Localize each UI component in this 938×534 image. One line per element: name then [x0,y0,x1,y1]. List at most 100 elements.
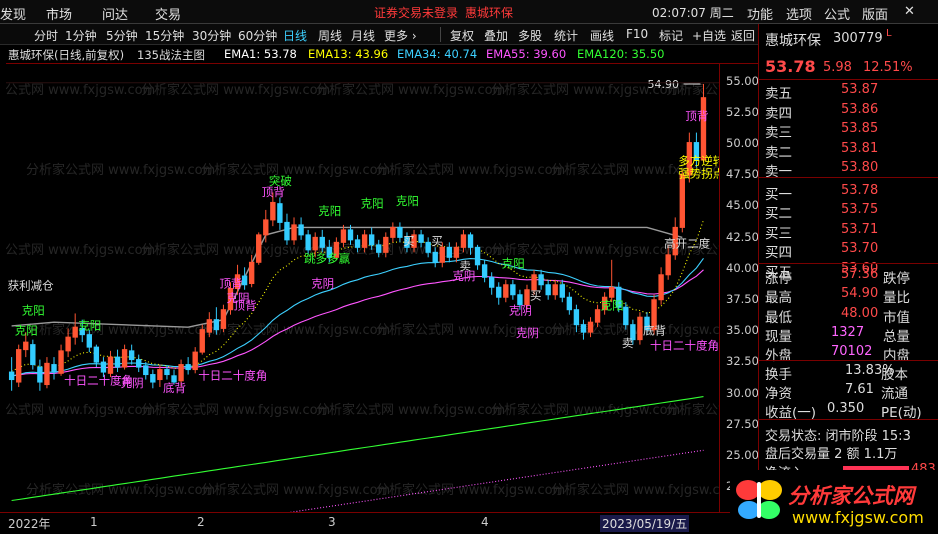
signal-label: 突破 [269,174,292,188]
trade-status: 交易状态: 闭市阶段 15:3 [765,429,911,444]
candle [178,364,184,382]
candle [128,350,135,361]
bid-price[interactable]: 53.71 [841,222,878,237]
fundamental-value: 0.350 [827,401,865,416]
candle [305,234,311,251]
tool-fuquan[interactable]: 复权 [450,27,474,44]
candle [425,241,431,253]
candle [270,201,276,221]
indicator-name[interactable]: 135战法主图 [137,47,205,63]
stat-label: 外盘 [765,348,792,365]
menu-trade[interactable]: 交易 [155,4,181,23]
signal-label: 克阴 [311,276,334,290]
candle [524,289,530,306]
candle [23,341,29,351]
candle [100,361,107,373]
period-30min[interactable]: 30分钟 [192,27,231,44]
stat-label-right: 市值 [883,309,910,326]
watermark-text: 分析家公式网 www.fxjgsw.com [551,482,719,498]
candle [531,274,537,291]
candle [390,226,396,238]
candle [580,324,587,333]
period-15min[interactable]: 15分钟 [145,27,184,44]
after-hours-volume: 盘后交易量 2 额 1.1万 [765,447,898,462]
divider [759,419,938,420]
period-1min[interactable]: 1分钟 [65,27,97,44]
signal-label: 克阳 [601,299,624,313]
tool-stats[interactable]: 统计 [554,27,578,44]
tool-draw[interactable]: 画线 [590,27,614,44]
ask-price[interactable]: 53.80 [841,160,878,175]
quote-price: 53.78 [765,57,816,76]
max-price-label: 54.90 [647,78,679,91]
period-fenshi[interactable]: 分时 [34,27,58,44]
menu-discover[interactable]: 发现 [0,4,26,23]
stat-label-right: 量比 [883,290,910,307]
ask-price[interactable]: 53.85 [841,121,878,136]
tool-back[interactable]: 返回 [731,27,755,44]
period-daily[interactable]: 日线 [283,27,307,44]
candle [150,374,156,383]
menu-layout[interactable]: 版面 [862,4,888,23]
ask-price[interactable]: 53.81 [841,141,878,156]
candle [594,309,601,323]
close-icon[interactable]: ✕ [904,4,915,19]
period-weekly[interactable]: 周线 [318,27,342,44]
candle [72,326,78,338]
ask-price[interactable]: 53.87 [841,82,878,97]
candle [157,369,163,381]
stat-value: 54.90 [841,286,879,302]
login-notice[interactable]: 证券交易未登录 [374,4,458,21]
candle [185,364,191,371]
ask-label: 卖五 [765,86,792,102]
menu-wenda[interactable]: 问达 [102,4,128,23]
menu-formula[interactable]: 公式 [824,4,850,23]
watermark-logo: 分析家公式网 www.fxjgsw.com [730,470,938,534]
kline-chart[interactable]: 分析家公式网 www.fxjgsw.com 分析家公式网 www.fxjgsw.c… [6,63,758,513]
candle [213,319,220,331]
candle [206,319,212,333]
tool-overlay[interactable]: 叠加 [484,27,508,44]
tool-add-favorite[interactable]: +自选 [692,27,726,44]
candle [545,284,551,296]
candle [679,174,685,228]
candle [538,274,544,286]
candle [460,234,467,248]
candle [312,236,318,251]
ask-price[interactable]: 53.86 [841,102,878,117]
watermark-text: 分析家公式网 www.fxjgsw.com [141,242,330,258]
tool-multistock[interactable]: 多股 [518,27,542,44]
candle [637,316,643,341]
signal-label: 买 [431,234,443,248]
candle [256,234,262,263]
fundamental-label: 换手 [765,367,792,383]
menu-options[interactable]: 选项 [786,4,812,23]
candle [291,224,297,241]
candle [354,239,361,248]
candle [453,246,460,258]
period-monthly[interactable]: 月线 [351,27,375,44]
logo-text: 分析家公式网 [788,484,914,508]
tool-f10[interactable]: F10 [626,27,648,41]
menu-market[interactable]: 市场 [46,4,72,23]
y-tick-label: 52.50 [726,104,759,119]
bid-price[interactable]: 53.70 [841,241,878,256]
signal-label: 克阳 [15,324,38,338]
candle [30,344,36,366]
period-5min[interactable]: 5分钟 [106,27,138,44]
watermark-text: 分析家公式网 www.fxjgsw.com [141,402,330,418]
y-tick-label: 42.50 [726,229,759,244]
y-tick-label: 30.00 [726,385,759,400]
period-60min[interactable]: 60分钟 [238,27,277,44]
candle [496,286,502,298]
stat-value: 48.00 [841,305,879,321]
candle [474,246,481,266]
menu-function[interactable]: 功能 [747,4,773,23]
kline-svg[interactable]: 分析家公式网 www.fxjgsw.com 分析家公式网 www.fxjgsw.c… [6,64,719,513]
bid-price[interactable]: 53.78 [841,183,878,198]
signal-label: 跳多多赢 [304,251,350,265]
bid-price[interactable]: 53.75 [841,202,878,217]
tool-mark[interactable]: 标记 [659,27,683,44]
fundamental-label: 净资 [765,386,792,402]
period-more[interactable]: 更多 › [384,27,417,44]
